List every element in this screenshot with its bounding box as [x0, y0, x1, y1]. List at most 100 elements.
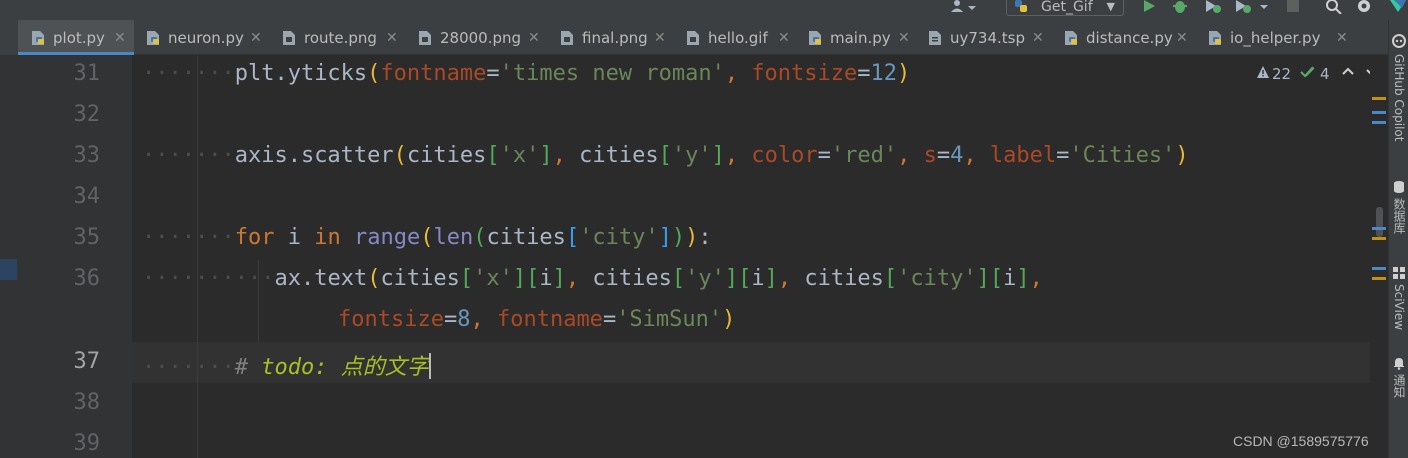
close-icon[interactable]: ✕ — [528, 20, 540, 56]
tab-label: route.png — [304, 29, 377, 47]
tab-uy734-tsp[interactable]: uy734.tsp ✕ — [928, 20, 1052, 54]
close-icon[interactable]: ✕ — [1032, 20, 1044, 56]
left-tool-strip — [0, 55, 17, 458]
python-file-icon — [809, 31, 821, 45]
error-stripe-marker[interactable] — [1372, 237, 1386, 240]
error-stripe-marker[interactable] — [1372, 267, 1386, 270]
tab-hello-gif[interactable]: hello.gif ✕ — [686, 20, 798, 54]
code-line-35: ·······for i in range(len(cities['city']… — [142, 225, 712, 250]
error-stripe-marker[interactable] — [1372, 227, 1386, 230]
jetbrains-logo-icon[interactable] — [1388, 0, 1408, 18]
tab-28000-png[interactable]: 28000.png ✕ — [418, 20, 546, 54]
tool-label: 通知 — [1392, 374, 1406, 398]
bell-icon — [1394, 358, 1404, 370]
tab-route-png[interactable]: route.png ✕ — [282, 20, 404, 54]
image-file-icon — [283, 31, 295, 45]
error-stripe-marker[interactable] — [1372, 121, 1386, 124]
tab-plot-py[interactable]: plot.py ✕ — [18, 20, 134, 56]
close-icon[interactable]: ✕ — [898, 20, 910, 56]
database-tool[interactable]: 数据库 — [1391, 180, 1407, 250]
watermark: CSDN @1589575776 — [1233, 433, 1369, 449]
tab-label: uy734.tsp — [950, 29, 1025, 47]
editor-tab-bar: plot.py ✕ neuron.py ✕ route.png ✕ 28000.… — [0, 20, 1388, 55]
line-number: 33 — [73, 143, 101, 168]
code-line-36: ··········ax.text(cities['x'][i], cities… — [142, 266, 1043, 291]
code-editor[interactable]: ·······plt.yticks(fontname='times new ro… — [132, 55, 1370, 458]
github-copilot-tool[interactable]: GitHub Copilot — [1391, 34, 1407, 164]
line-number: 39 — [73, 431, 101, 456]
tab-io-helper-py[interactable]: io_helper.py ✕ — [1208, 20, 1354, 54]
right-tool-strip: GitHub Copilot 数据库 SciView 通知 — [1388, 20, 1408, 458]
run-icon[interactable] — [1142, 0, 1156, 18]
python-file-icon — [1209, 31, 1221, 45]
close-icon[interactable]: ✕ — [654, 20, 666, 56]
chevron-down-icon: ▼ — [1106, 0, 1115, 13]
line-number: 35 — [73, 225, 101, 250]
python-icon — [1015, 0, 1027, 12]
line-number-gutter: 31 32 33 34 35 36 37 38 39 — [17, 55, 132, 458]
scrollbar-thumb[interactable] — [1376, 207, 1383, 237]
gear-icon[interactable] — [1356, 0, 1372, 18]
indent-guide — [197, 55, 198, 458]
error-stripe-marker[interactable] — [1372, 97, 1386, 100]
grid-icon — [1393, 267, 1405, 279]
editor-scrollbar[interactable] — [1370, 55, 1388, 458]
notifications-tool[interactable]: 通知 — [1391, 356, 1407, 416]
weak-warning-check-icon — [1300, 64, 1316, 84]
user-icon[interactable] — [950, 0, 976, 18]
tab-neuron-py[interactable]: neuron.py ✕ — [146, 20, 268, 54]
left-strip-marker — [0, 259, 17, 280]
code-line-37: ·······# todo: 点的文字 — [142, 353, 431, 380]
sciview-tool[interactable]: SciView — [1391, 266, 1407, 346]
image-file-icon — [419, 31, 431, 45]
close-icon[interactable]: ✕ — [114, 20, 126, 56]
profile-icon[interactable] — [1234, 0, 1274, 18]
chevron-up-icon[interactable] — [1342, 64, 1354, 84]
warning-count: 22 — [1272, 65, 1292, 83]
error-stripe-marker[interactable] — [1372, 111, 1386, 114]
python-file-icon — [32, 31, 44, 45]
tab-label: plot.py — [53, 29, 105, 47]
error-stripe-marker[interactable] — [1372, 277, 1386, 280]
current-line-number: 37 — [73, 349, 101, 374]
python-file-icon — [147, 31, 159, 45]
run-config-label: Get_Gif — [1041, 0, 1093, 15]
tab-bar-left-edge — [0, 20, 18, 55]
run-configuration-select[interactable]: Get_Gif ▼ — [1006, 0, 1124, 16]
weak-warning-count: 4 — [1320, 65, 1330, 83]
code-line-31: ·······plt.yticks(fontname='times new ro… — [142, 61, 911, 86]
code-line-36-wrap: fontsize=8, fontname='SimSun') — [338, 307, 736, 332]
image-file-icon — [561, 31, 573, 45]
todo-comment: todo: 点的文字 — [261, 355, 429, 380]
image-file-icon — [687, 31, 699, 45]
line-number: 32 — [73, 102, 101, 127]
tab-label: 28000.png — [440, 29, 522, 47]
close-icon[interactable]: ✕ — [778, 20, 790, 56]
tab-main-py[interactable]: main.py ✕ — [808, 20, 918, 54]
copilot-icon — [1392, 34, 1406, 48]
tab-label: distance.py — [1086, 29, 1173, 47]
line-number: 36 — [73, 266, 101, 291]
line-number: 38 — [73, 390, 101, 415]
stop-icon[interactable] — [1286, 0, 1300, 18]
close-icon[interactable]: ✕ — [386, 20, 398, 56]
text-caret — [428, 353, 431, 379]
python-file-icon — [1065, 31, 1077, 45]
tab-final-png[interactable]: final.png ✕ — [560, 20, 672, 54]
tab-label: final.png — [582, 29, 648, 47]
tool-label: 数据库 — [1392, 198, 1406, 234]
tab-label: io_helper.py — [1230, 29, 1321, 47]
close-icon[interactable]: ✕ — [250, 20, 262, 56]
debug-icon[interactable] — [1172, 0, 1188, 18]
warning-icon — [1256, 64, 1270, 84]
tab-distance-py[interactable]: distance.py ✕ — [1064, 20, 1196, 54]
line-number: 31 — [73, 61, 101, 86]
close-icon[interactable]: ✕ — [1176, 20, 1188, 56]
search-icon[interactable] — [1326, 0, 1342, 18]
top-toolbar: Get_Gif ▼ — [0, 0, 1408, 20]
close-icon[interactable]: ✕ — [1336, 20, 1348, 56]
tab-label: neuron.py — [168, 29, 244, 47]
line-number: 34 — [73, 184, 101, 209]
tab-label: hello.gif — [708, 29, 768, 47]
coverage-icon[interactable] — [1204, 0, 1222, 18]
